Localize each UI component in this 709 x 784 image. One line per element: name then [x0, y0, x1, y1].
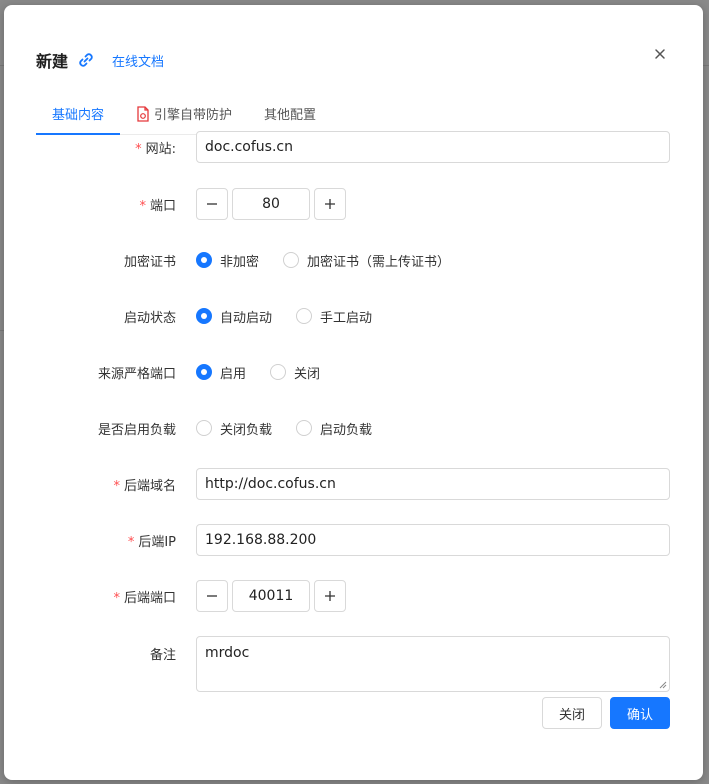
close-icon[interactable]: [649, 43, 671, 65]
radio-circle[interactable]: [283, 252, 300, 268]
link-icon[interactable]: [76, 50, 96, 70]
plus-icon: [325, 199, 335, 209]
new-site-dialog: 新建 在线文档 基础内容 引擎自带防护 其他配置 * 网站: doc.cofus…: [4, 5, 703, 780]
backend-port-label: * 后端端口: [113, 590, 176, 606]
radio-circle[interactable]: [270, 364, 287, 380]
ssl-radio-none[interactable]: 非加密: [196, 251, 259, 270]
dialog-footer: 关闭 确认: [542, 697, 670, 729]
ssl-label: 加密证书: [123, 254, 176, 270]
backend-port-stepper: 40011: [196, 580, 346, 612]
strict-port-radio-enable[interactable]: 启用: [196, 363, 246, 382]
load-balance-row: 是否启用负载 关闭负载 启动负载: [4, 412, 703, 444]
remark-textarea[interactable]: mrdoc: [196, 636, 670, 692]
remark-row: 备注 mrdoc: [4, 636, 703, 692]
resize-grip-icon[interactable]: [659, 681, 667, 689]
port-row: * 端口 80: [4, 188, 703, 220]
load-balance-radio-off[interactable]: 关闭负载: [196, 419, 272, 438]
site-label: * 网站:: [135, 141, 176, 157]
backend-domain-label: * 后端域名: [113, 478, 176, 494]
radio-circle[interactable]: [296, 308, 313, 324]
strict-port-label: 来源严格端口: [97, 366, 176, 382]
tab-basic-label: 基础内容: [52, 108, 105, 123]
port-increment-button[interactable]: [314, 188, 346, 220]
ssl-row: 加密证书 非加密 加密证书（需上传证书）: [4, 244, 703, 276]
backend-ip-input[interactable]: 192.168.88.200: [196, 524, 670, 556]
strict-port-row: 来源严格端口 启用 关闭: [4, 356, 703, 388]
radio-circle[interactable]: [196, 364, 212, 380]
ssl-radio-cert[interactable]: 加密证书（需上传证书）: [283, 251, 450, 270]
radio-circle[interactable]: [296, 420, 313, 436]
file-shield-icon: [136, 105, 150, 122]
load-balance-radio-group: 关闭负载 启动负载: [196, 412, 396, 444]
port-value-input[interactable]: 80: [232, 188, 310, 220]
startup-label: 启动状态: [123, 310, 176, 326]
backend-port-row: * 后端端口 40011: [4, 580, 703, 612]
tab-other-config-label: 其他配置: [264, 108, 317, 123]
dialog-title: 新建: [36, 52, 69, 71]
port-decrement-button[interactable]: [196, 188, 228, 220]
backend-domain-row: * 后端域名 http://doc.cofus.cn: [4, 468, 703, 500]
backend-port-increment-button[interactable]: [314, 580, 346, 612]
tab-other-config[interactable]: 其他配置: [248, 93, 332, 134]
remark-label: 备注: [149, 648, 176, 663]
radio-circle[interactable]: [196, 420, 212, 436]
backend-ip-row: * 后端IP 192.168.88.200: [4, 524, 703, 556]
minus-icon: [207, 203, 217, 205]
strict-port-radio-disable[interactable]: 关闭: [270, 363, 320, 382]
site-input[interactable]: doc.cofus.cn: [196, 131, 670, 163]
backend-port-value-input[interactable]: 40011: [232, 580, 310, 612]
plus-icon: [325, 591, 335, 601]
minus-icon: [207, 595, 217, 597]
dialog-header: 新建 在线文档: [36, 45, 164, 75]
port-stepper: 80: [196, 188, 346, 220]
site-row: * 网站: doc.cofus.cn: [4, 131, 703, 163]
backend-ip-label: * 后端IP: [127, 534, 176, 550]
startup-radio-group: 自动启动 手工启动: [196, 300, 396, 332]
startup-row: 启动状态 自动启动 手工启动: [4, 300, 703, 332]
tab-basic[interactable]: 基础内容: [36, 93, 121, 135]
radio-circle[interactable]: [196, 252, 212, 268]
radio-circle[interactable]: [196, 308, 212, 324]
tab-engine-protection-label: 引擎自带防护: [154, 108, 233, 123]
close-button[interactable]: 关闭: [542, 697, 602, 729]
startup-radio-manual[interactable]: 手工启动: [296, 307, 372, 326]
backend-port-decrement-button[interactable]: [196, 580, 228, 612]
backend-domain-input[interactable]: http://doc.cofus.cn: [196, 468, 670, 500]
strict-port-radio-group: 启用 关闭: [196, 356, 344, 388]
port-label: * 端口: [139, 198, 176, 214]
tab-bar: 基础内容 引擎自带防护 其他配置: [36, 93, 670, 135]
startup-radio-auto[interactable]: 自动启动: [196, 307, 272, 326]
ssl-radio-group: 非加密 加密证书（需上传证书）: [196, 244, 474, 276]
online-docs-link[interactable]: 在线文档: [112, 51, 164, 70]
load-balance-radio-on[interactable]: 启动负载: [296, 419, 372, 438]
tab-engine-protection[interactable]: 引擎自带防护: [120, 93, 248, 134]
confirm-button[interactable]: 确认: [610, 697, 670, 729]
remark-text: mrdoc: [205, 645, 250, 661]
load-balance-label: 是否启用负载: [97, 422, 176, 438]
